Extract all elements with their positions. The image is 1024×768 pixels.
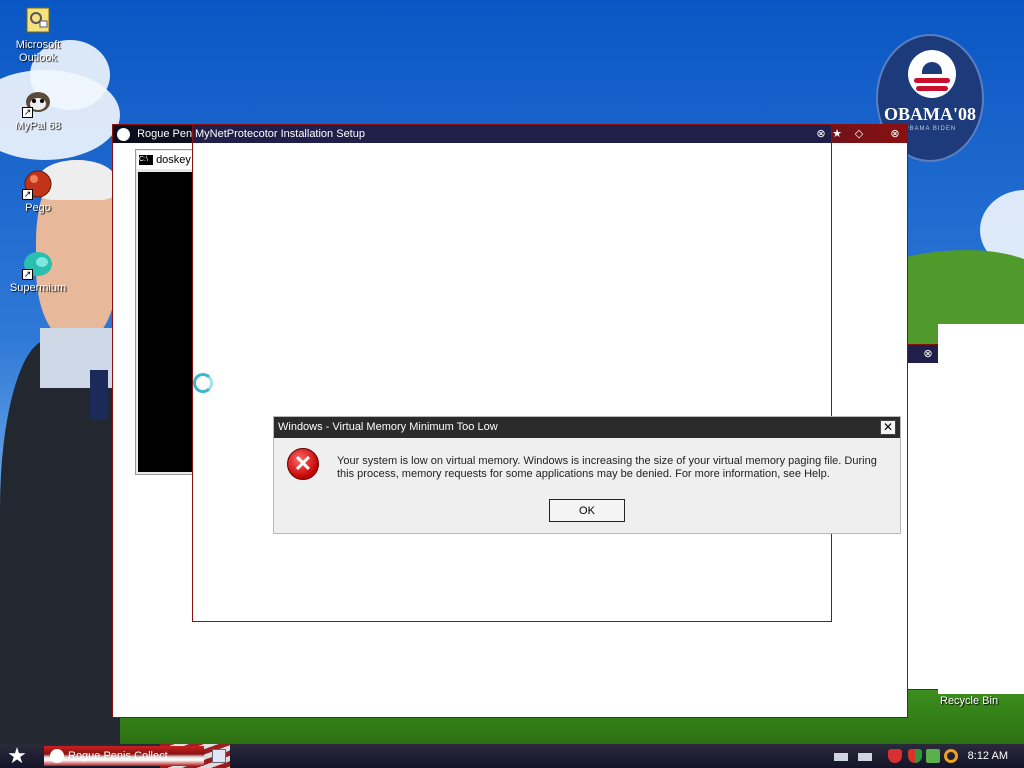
- setup-window[interactable]: MyNetProtecotor Installation Setup ⊗: [192, 124, 832, 622]
- security-shield-icon[interactable]: [888, 749, 902, 763]
- app-logo-icon: [50, 749, 64, 763]
- console-icon: C:\: [139, 155, 153, 166]
- badge-logo-icon: [908, 50, 956, 98]
- setup-window-titlebar[interactable]: MyNetProtecotor Installation Setup: [193, 125, 831, 143]
- dialog-message: Your system is low on virtual memory. Wi…: [337, 455, 877, 480]
- close-icon[interactable]: ⊗: [922, 348, 934, 360]
- app-logo-icon: [117, 127, 130, 141]
- desktop-icon-mypal[interactable]: ↗ MyPal 68: [0, 86, 76, 133]
- doskey-window[interactable]: C:\ doskey: [135, 149, 195, 475]
- desktop-icon-label: MyPal 68: [15, 120, 61, 132]
- loading-spinner-icon: [193, 373, 213, 393]
- desktop-icon-supermium[interactable]: ↗ Supermium: [0, 248, 76, 295]
- desktop-icon-label: Supermium: [9, 282, 67, 294]
- taskbar: ★ Rogue Penis Collect... 8:12 AM: [0, 744, 1024, 768]
- desktop: Microsoft Outlook ↗ MyPal 68 ↗ Pego ↗ Su…: [0, 0, 1024, 744]
- network-icon[interactable]: [926, 749, 940, 763]
- shortcut-arrow-icon: ↗: [22, 269, 33, 280]
- mypal-icon: ↗: [22, 86, 54, 118]
- close-icon[interactable]: ⊗: [889, 128, 901, 140]
- background-panel-white: [938, 324, 1024, 694]
- badge-text: OBAMA'08: [884, 104, 976, 124]
- error-dialog[interactable]: Windows - Virtual Memory Minimum Too Low…: [273, 416, 901, 534]
- ok-button[interactable]: OK: [549, 499, 625, 522]
- keyboard-icon[interactable]: [858, 753, 872, 761]
- error-icon: ✕: [287, 448, 319, 480]
- person-photo: [0, 150, 120, 744]
- shortcut-arrow-icon: ↗: [22, 189, 33, 200]
- search-icon[interactable]: [944, 749, 958, 763]
- shield-icon[interactable]: [908, 749, 922, 763]
- start-button[interactable]: ★: [4, 745, 30, 767]
- desktop-icon-outlook[interactable]: Microsoft Outlook: [0, 5, 76, 65]
- rogue-window-title: Rogue Penis: [137, 128, 201, 140]
- quicklaunch-icon[interactable]: [212, 749, 226, 763]
- maximize-icon[interactable]: ◇: [853, 128, 865, 140]
- taskbar-button-rogue[interactable]: Rogue Penis Collect...: [44, 746, 204, 766]
- outlook-icon: [22, 5, 54, 37]
- dialog-title: Windows - Virtual Memory Minimum Too Low: [278, 421, 498, 433]
- star-icon: ★: [7, 743, 27, 768]
- shortcut-arrow-icon: ↗: [22, 107, 33, 118]
- console-area[interactable]: [138, 172, 194, 472]
- clock[interactable]: 8:12 AM: [968, 744, 1008, 768]
- taskbar-button-label: Rogue Penis Collect...: [68, 750, 177, 762]
- desktop-icon-label: Pego: [25, 202, 51, 214]
- pego-icon: ↗: [22, 168, 54, 200]
- doskey-titlebar[interactable]: C:\ doskey: [137, 151, 194, 169]
- desktop-icon-pego[interactable]: ↗ Pego: [0, 168, 76, 215]
- doskey-title: doskey: [156, 154, 191, 166]
- supermium-icon: ↗: [22, 248, 54, 280]
- background-window-right[interactable]: ⊗: [905, 344, 939, 690]
- desktop-icon-label: Microsoft Outlook: [15, 39, 61, 64]
- recycle-bin-label[interactable]: Recycle Bin: [940, 695, 998, 707]
- star-icon[interactable]: ★: [831, 128, 843, 140]
- close-icon[interactable]: ⊗: [815, 128, 827, 140]
- dialog-close-button[interactable]: ✕: [880, 420, 896, 435]
- dialog-titlebar[interactable]: Windows - Virtual Memory Minimum Too Low: [274, 417, 900, 438]
- setup-window-title: MyNetProtecotor Installation Setup: [195, 128, 365, 140]
- keyboard-icon[interactable]: [834, 753, 848, 761]
